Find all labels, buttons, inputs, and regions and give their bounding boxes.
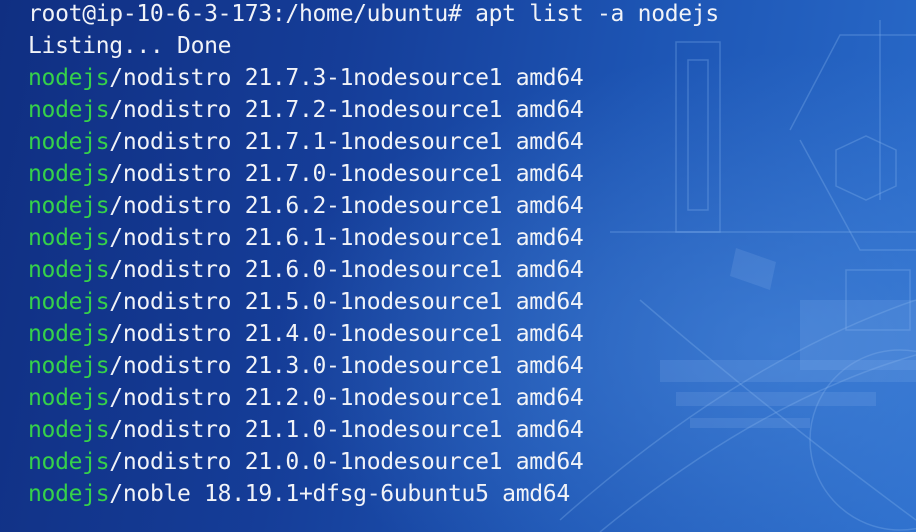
package-line: nodejs/nodistro 21.1.0-1nodesource1 amd6…	[28, 414, 908, 446]
package-line: nodejs/nodistro 21.0.0-1nodesource1 amd6…	[28, 446, 908, 478]
package-line: nodejs/nodistro 21.2.0-1nodesource1 amd6…	[28, 382, 908, 414]
package-line: nodejs/nodistro 21.7.2-1nodesource1 amd6…	[28, 94, 908, 126]
package-name: nodejs	[28, 353, 110, 379]
package-name: nodejs	[28, 385, 110, 411]
shell-prompt: root@ip-10-6-3-173:/home/ubuntu#	[28, 1, 462, 27]
package-line: nodejs/nodistro 21.4.0-1nodesource1 amd6…	[28, 318, 908, 350]
command-line: root@ip-10-6-3-173:/home/ubuntu# apt lis…	[28, 0, 908, 30]
status-line: Listing... Done	[28, 33, 232, 59]
package-version-info: /nodistro 21.7.1-1nodesource1 amd64	[109, 129, 584, 155]
package-line: nodejs/nodistro 21.6.0-1nodesource1 amd6…	[28, 254, 908, 286]
package-name: nodejs	[28, 417, 110, 443]
package-name: nodejs	[28, 225, 110, 251]
package-version-info: /noble 18.19.1+dfsg-6ubuntu5 amd64	[109, 481, 570, 507]
package-line: nodejs/nodistro 21.6.2-1nodesource1 amd6…	[28, 190, 908, 222]
package-line: nodejs/nodistro 21.7.1-1nodesource1 amd6…	[28, 126, 908, 158]
package-line: nodejs/noble 18.19.1+dfsg-6ubuntu5 amd64	[28, 478, 908, 510]
package-name: nodejs	[28, 65, 110, 91]
package-version-info: /nodistro 21.3.0-1nodesource1 amd64	[109, 353, 584, 379]
package-version-info: /nodistro 21.6.2-1nodesource1 amd64	[109, 193, 584, 219]
package-version-info: /nodistro 21.6.0-1nodesource1 amd64	[109, 257, 584, 283]
package-version-info: /nodistro 21.0.0-1nodesource1 amd64	[109, 449, 584, 475]
package-version-info: /nodistro 21.4.0-1nodesource1 amd64	[109, 321, 584, 347]
package-version-info: /nodistro 21.7.2-1nodesource1 amd64	[109, 97, 584, 123]
package-name: nodejs	[28, 193, 110, 219]
package-name: nodejs	[28, 481, 110, 507]
package-name: nodejs	[28, 449, 110, 475]
package-line: nodejs/nodistro 21.7.3-1nodesource1 amd6…	[28, 62, 908, 94]
package-version-info: /nodistro 21.5.0-1nodesource1 amd64	[109, 289, 584, 315]
package-version-info: /nodistro 21.2.0-1nodesource1 amd64	[109, 385, 584, 411]
package-version-info: /nodistro 21.7.0-1nodesource1 amd64	[109, 161, 584, 187]
package-name: nodejs	[28, 321, 110, 347]
terminal-output: root@ip-10-6-3-173:/home/ubuntu# apt lis…	[28, 0, 908, 510]
package-version-info: /nodistro 21.6.1-1nodesource1 amd64	[109, 225, 584, 251]
package-line: nodejs/nodistro 21.7.0-1nodesource1 amd6…	[28, 158, 908, 190]
package-line: nodejs/nodistro 21.3.0-1nodesource1 amd6…	[28, 350, 908, 382]
command-text: apt list -a nodejs	[475, 1, 719, 27]
package-version-info: /nodistro 21.7.3-1nodesource1 amd64	[109, 65, 584, 91]
package-name: nodejs	[28, 289, 110, 315]
package-name: nodejs	[28, 161, 110, 187]
package-name: nodejs	[28, 129, 110, 155]
package-name: nodejs	[28, 257, 110, 283]
package-line: nodejs/nodistro 21.5.0-1nodesource1 amd6…	[28, 286, 908, 318]
package-name: nodejs	[28, 97, 110, 123]
package-version-info: /nodistro 21.1.0-1nodesource1 amd64	[109, 417, 584, 443]
package-line: nodejs/nodistro 21.6.1-1nodesource1 amd6…	[28, 222, 908, 254]
